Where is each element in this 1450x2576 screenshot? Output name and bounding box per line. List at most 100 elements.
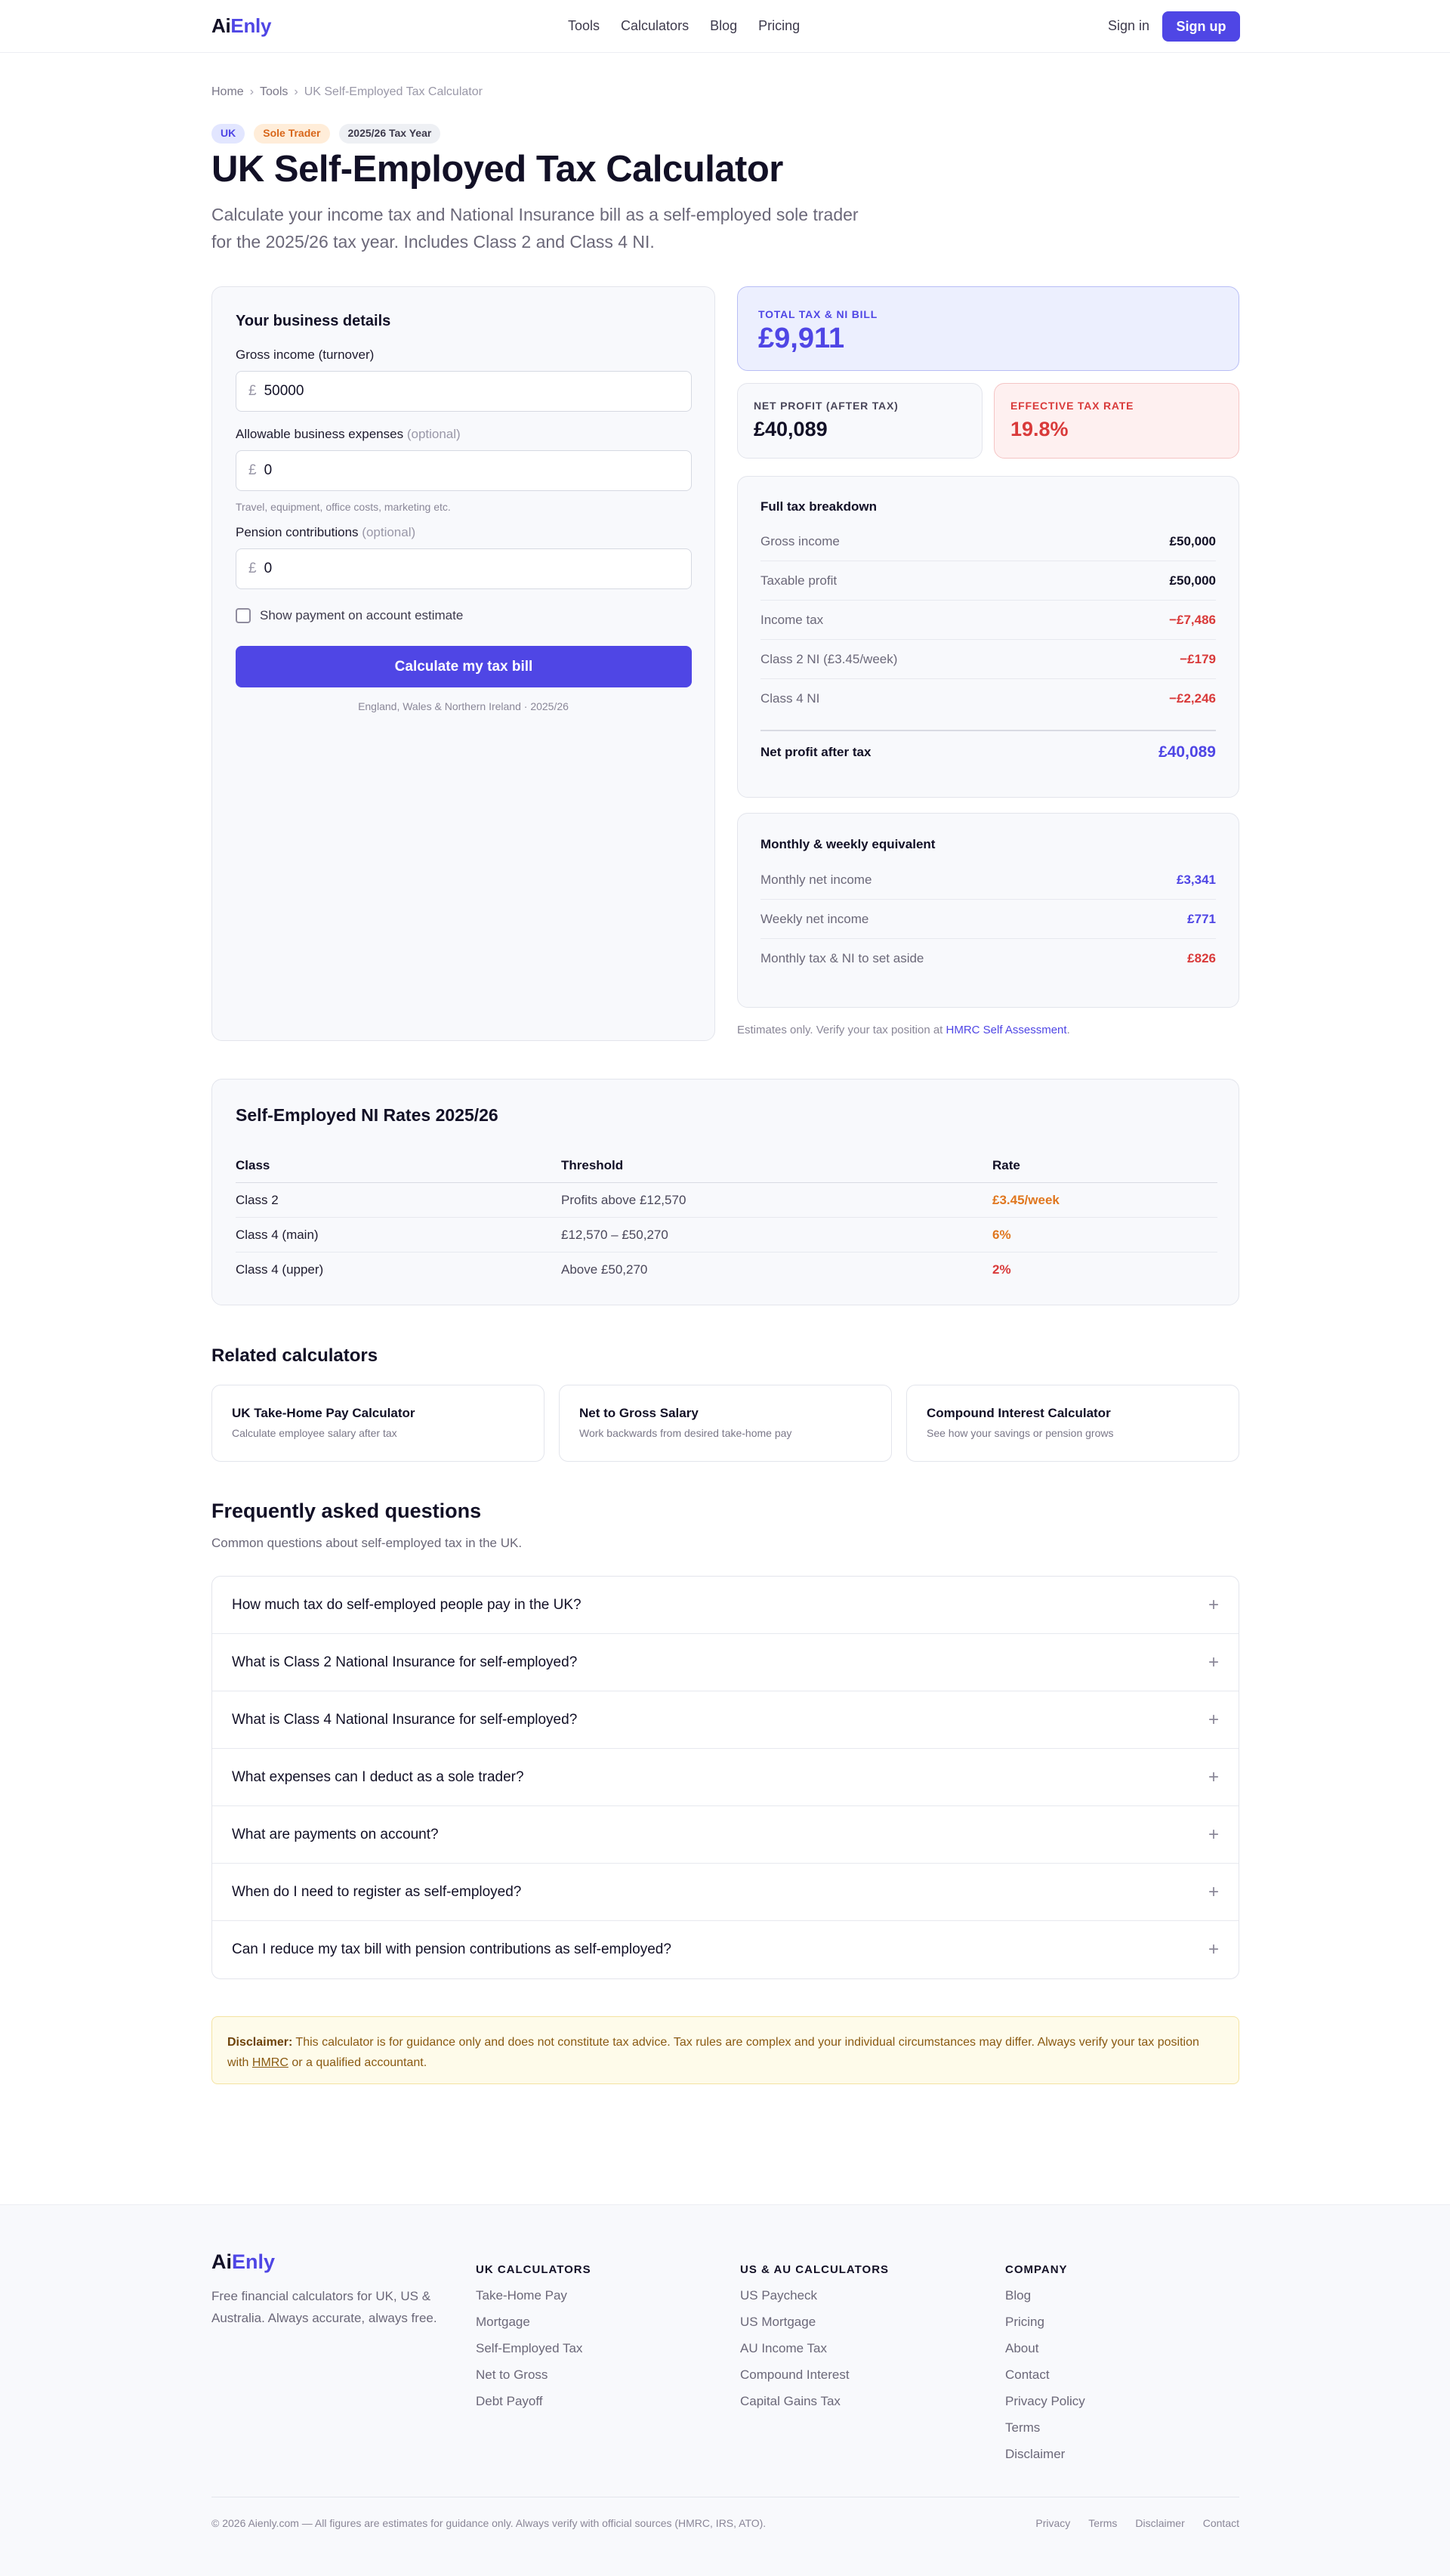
footer-about: Free financial calculators for UK, US & … xyxy=(211,2289,437,2325)
footer-link[interactable]: US Paycheck xyxy=(740,2288,889,2315)
gross-income-value: 50000 xyxy=(264,383,304,399)
plus-icon: + xyxy=(1208,1939,1219,1960)
tag-tax-year: 2025/26 Tax Year xyxy=(338,124,441,144)
footer-link[interactable]: AU Income Tax xyxy=(740,2341,889,2368)
main-nav: Tools Calculators Blog Pricing xyxy=(568,18,821,34)
faq-item[interactable]: How much tax do self-employed people pay… xyxy=(212,1577,1239,1634)
expenses-input[interactable]: £ 0 xyxy=(236,450,692,491)
effective-rate-card: EFFECTIVE TAX RATE 19.8% xyxy=(994,383,1239,459)
footer-terms-link[interactable]: Terms xyxy=(1088,2517,1117,2529)
region-note: England, Wales & Northern Ireland · 2025… xyxy=(358,700,569,712)
footer-col-uk: UK CALCULATORS Take-Home Pay Mortgage Se… xyxy=(476,2250,591,2420)
ni-rates-title: Self-Employed NI Rates 2025/26 xyxy=(236,1105,498,1125)
nav-blog[interactable]: Blog xyxy=(710,18,737,34)
plus-icon: + xyxy=(1208,1766,1219,1787)
form-title: Your business details xyxy=(236,313,391,329)
footer-privacy-link[interactable]: Privacy xyxy=(1035,2517,1070,2529)
effective-rate-value: 19.8% xyxy=(1010,418,1069,440)
breadcrumb-tools[interactable]: Tools xyxy=(260,85,288,98)
nav-pricing[interactable]: Pricing xyxy=(758,18,800,34)
currency-symbol: £ xyxy=(248,462,257,478)
faq-item[interactable]: What expenses can I deduct as a sole tra… xyxy=(212,1749,1239,1806)
related-compound-interest-card[interactable]: Compound Interest Calculator See how you… xyxy=(906,1385,1239,1462)
plus-icon: + xyxy=(1208,1824,1219,1845)
faq-item[interactable]: What is Class 4 National Insurance for s… xyxy=(212,1691,1239,1749)
nav-calculators[interactable]: Calculators xyxy=(621,18,689,34)
hmrc-self-assessment-link[interactable]: HMRC Self Assessment xyxy=(946,1024,1067,1036)
footer-copyright: © 2026 Aienly.com — All figures are esti… xyxy=(211,2517,767,2529)
footer: AiEnly Free financial calculators for UK… xyxy=(0,2204,1450,2576)
disclaimer-box: Disclaimer: This calculator is for guida… xyxy=(211,2016,1239,2084)
currency-symbol: £ xyxy=(248,383,257,399)
pension-input[interactable]: £ 0 xyxy=(236,548,692,589)
monthly-weekly-card: Monthly & weekly equivalent Monthly net … xyxy=(737,813,1239,1008)
related-take-home-card[interactable]: UK Take-Home Pay Calculator Calculate em… xyxy=(211,1385,545,1462)
footer-link[interactable]: Mortgage xyxy=(476,2315,591,2341)
net-profit-label: NET PROFIT (AFTER TAX) xyxy=(754,400,899,412)
breadcrumb-home[interactable]: Home xyxy=(211,85,244,98)
footer-link[interactable]: Terms xyxy=(1005,2420,1085,2447)
payment-on-account-row[interactable]: Show payment on account estimate xyxy=(236,608,463,623)
pension-value: 0 xyxy=(264,561,273,576)
footer-link[interactable]: Self-Employed Tax xyxy=(476,2341,591,2368)
tag-list: UK Sole Trader 2025/26 Tax Year xyxy=(211,124,441,144)
estimate-note: Estimates only. Verify your tax position… xyxy=(737,1024,1070,1036)
table-row: Class 4 (upper) Above £50,270 2% xyxy=(236,1262,1011,1277)
sign-in-link[interactable]: Sign in xyxy=(1108,18,1149,34)
tag-uk: UK xyxy=(211,124,245,144)
expenses-label: Allowable business expenses (optional) xyxy=(236,427,461,441)
related-title: Related calculators xyxy=(211,1345,378,1366)
footer-link[interactable]: Net to Gross xyxy=(476,2368,591,2394)
faq-subtitle: Common questions about self-employed tax… xyxy=(211,1536,523,1550)
footer-col-company: COMPANY Blog Pricing About Contact Priva… xyxy=(1005,2250,1085,2473)
breakdown-title: Full tax breakdown xyxy=(760,499,877,514)
footer-link[interactable]: About xyxy=(1005,2341,1085,2368)
footer-contact-link[interactable]: Contact xyxy=(1203,2517,1239,2529)
faq-item[interactable]: What are payments on account? + xyxy=(212,1806,1239,1864)
footer-disclaimer-link[interactable]: Disclaimer xyxy=(1135,2517,1184,2529)
gross-income-input[interactable]: £ 50000 xyxy=(236,371,692,412)
ni-rates-table: Class Threshold Rate Class 2 Profits abo… xyxy=(236,1148,1217,1287)
logo[interactable]: AiEnly xyxy=(211,14,271,38)
hmrc-link[interactable]: HMRC xyxy=(252,2056,288,2069)
column-header: Rate xyxy=(992,1157,1020,1172)
top-navbar: AiEnly Tools Calculators Blog Pricing Si… xyxy=(0,0,1450,53)
footer-link[interactable]: Take-Home Pay xyxy=(476,2288,591,2315)
related-net-to-gross-card[interactable]: Net to Gross Salary Work backwards from … xyxy=(559,1385,892,1462)
footer-logo[interactable]: AiEnly xyxy=(211,2250,275,2274)
payment-on-account-checkbox[interactable] xyxy=(236,608,251,623)
monthly-row: Weekly net income £771 xyxy=(760,900,1216,939)
gross-income-label: Gross income (turnover) xyxy=(236,347,375,362)
breadcrumb-current: UK Self-Employed Tax Calculator xyxy=(304,85,483,98)
faq-item[interactable]: When do I need to register as self-emplo… xyxy=(212,1864,1239,1921)
plus-icon: + xyxy=(1208,1881,1219,1902)
column-header: Threshold xyxy=(561,1157,624,1172)
plus-icon: + xyxy=(1208,1594,1219,1615)
breadcrumb-separator: › xyxy=(294,85,298,98)
footer-link[interactable]: Debt Payoff xyxy=(476,2394,591,2420)
footer-link[interactable]: Capital Gains Tax xyxy=(740,2394,889,2420)
footer-link[interactable]: Compound Interest xyxy=(740,2368,889,2394)
plus-icon: + xyxy=(1208,1709,1219,1730)
calculate-button[interactable]: Calculate my tax bill xyxy=(236,646,692,687)
table-header-row: Class Threshold Rate xyxy=(236,1148,1217,1183)
footer-link[interactable]: Disclaimer xyxy=(1005,2447,1085,2473)
footer-link[interactable]: Pricing xyxy=(1005,2315,1085,2341)
footer-link[interactable]: Privacy Policy xyxy=(1005,2394,1085,2420)
nav-tools[interactable]: Tools xyxy=(568,18,600,34)
footer-link[interactable]: Blog xyxy=(1005,2288,1085,2315)
plus-icon: + xyxy=(1208,1651,1219,1673)
footer-link[interactable]: Contact xyxy=(1005,2368,1085,2394)
monthly-row: Monthly net income £3,341 xyxy=(760,860,1216,900)
footer-bottom-links: Privacy Terms Disclaimer Contact xyxy=(1035,2517,1239,2529)
breakdown-row: Class 2 NI (£3.45/week) −£179 xyxy=(760,640,1216,679)
sign-up-button[interactable]: Sign up xyxy=(1162,11,1240,42)
footer-link[interactable]: US Mortgage xyxy=(740,2315,889,2341)
faq-item[interactable]: What is Class 2 National Insurance for s… xyxy=(212,1634,1239,1691)
breadcrumb-separator: › xyxy=(249,85,255,98)
expenses-value: 0 xyxy=(264,462,273,478)
total-tax-label: TOTAL TAX & NI BILL xyxy=(758,308,878,320)
faq-item[interactable]: Can I reduce my tax bill with pension co… xyxy=(212,1921,1239,1978)
currency-symbol: £ xyxy=(248,561,257,576)
logo-enly: Enly xyxy=(230,14,272,37)
